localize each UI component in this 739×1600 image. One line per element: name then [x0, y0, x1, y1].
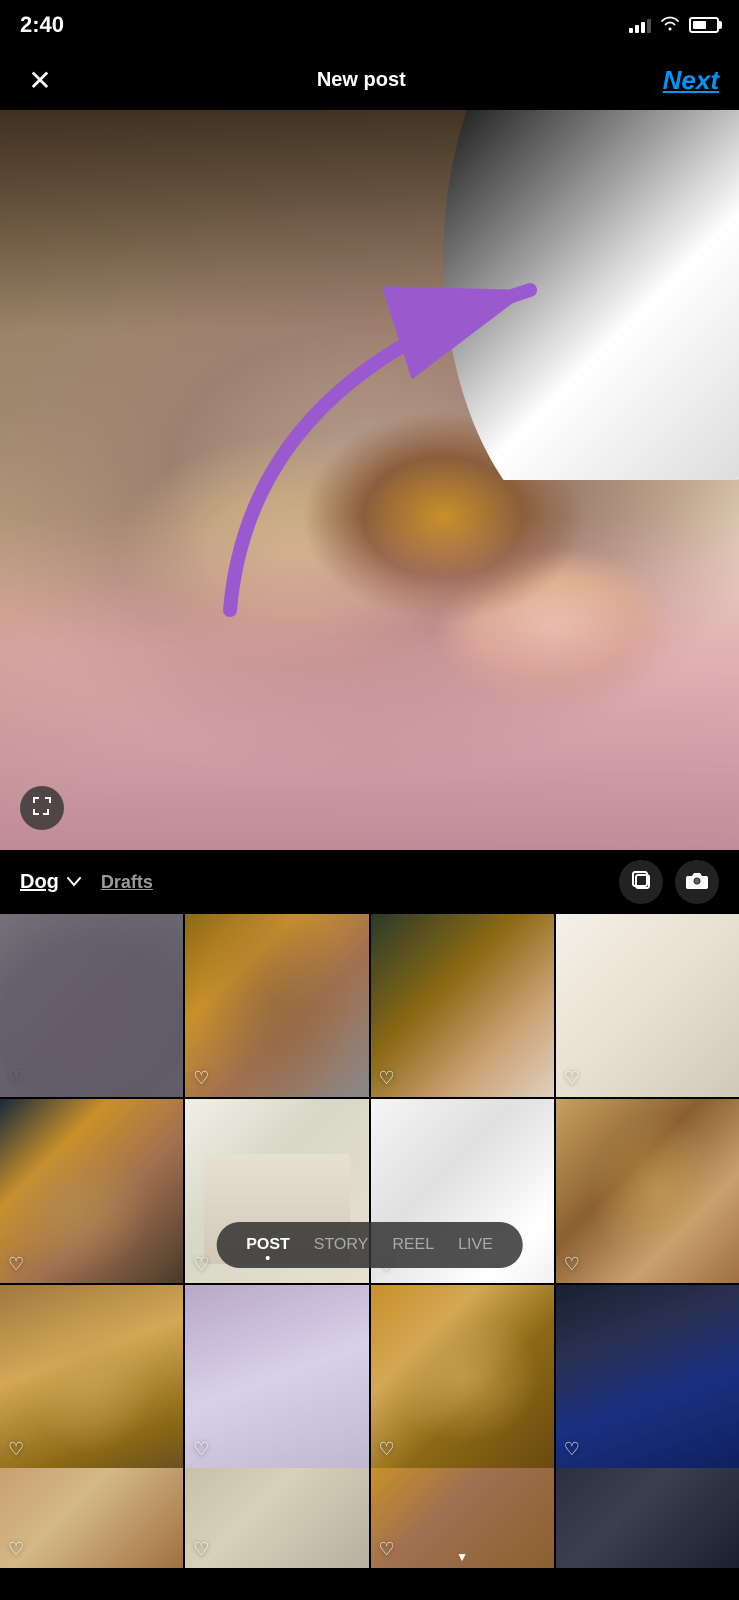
page-title: New post	[317, 69, 406, 92]
expand-button[interactable]	[20, 786, 64, 830]
tab-reel[interactable]: REEL	[392, 1232, 434, 1258]
heart-icon-3: ♡	[379, 1068, 395, 1089]
photo-blanket-overlay	[0, 517, 739, 850]
gallery-controls: Dog Drafts	[0, 850, 739, 914]
next-button[interactable]: Next	[663, 65, 719, 96]
partial-photo-3[interactable]: ♡ ▼	[371, 1468, 554, 1568]
expand-icon	[32, 796, 52, 821]
heart-icon-12: ♡	[564, 1439, 580, 1460]
grid-photo-12[interactable]: ♡	[556, 1285, 739, 1468]
grid-photo-10[interactable]: ♡	[185, 1285, 368, 1468]
wifi-icon	[659, 15, 681, 36]
status-icons	[629, 15, 719, 36]
grid-photo-3[interactable]: ♡	[371, 914, 554, 1097]
tab-story[interactable]: STORY	[314, 1232, 369, 1258]
drafts-button[interactable]: Drafts	[101, 872, 153, 893]
heart-icon-p3: ♡	[379, 1539, 395, 1560]
heart-icon-1: ♡	[8, 1068, 24, 1089]
photo-grid: ♡ ♡ ♡ ♡ ♡ ♡ ♡ ♡ ♡ ♡ ♡ ♡	[0, 914, 739, 1468]
close-button[interactable]: ✕	[20, 60, 60, 100]
grid-photo-8[interactable]: ♡	[556, 1099, 739, 1282]
grid-photo-2[interactable]: ♡	[185, 914, 368, 1097]
status-time: 2:40	[20, 12, 64, 38]
heart-icon-9: ♡	[8, 1439, 24, 1460]
signal-icon	[629, 17, 651, 33]
multi-select-button[interactable]	[619, 860, 663, 904]
battery-icon	[689, 17, 719, 33]
tab-live[interactable]: LIVE	[458, 1232, 493, 1258]
multi-select-icon	[631, 870, 651, 895]
status-bar: 2:40	[0, 0, 739, 50]
header: ✕ New post Next	[0, 50, 739, 110]
heart-icon-11: ♡	[379, 1439, 395, 1460]
chevron-down-icon	[67, 874, 81, 890]
camera-icon	[686, 871, 708, 894]
camera-button[interactable]	[675, 860, 719, 904]
partial-photo-4[interactable]	[556, 1468, 739, 1568]
heart-icon-5: ♡	[8, 1254, 24, 1275]
partial-photo-2[interactable]: ♡	[185, 1468, 368, 1568]
grid-photo-11[interactable]: ♡	[371, 1285, 554, 1468]
album-name: Dog	[20, 871, 59, 894]
heart-icon-p2: ♡	[193, 1539, 209, 1560]
heart-icon-8: ♡	[564, 1254, 580, 1275]
heart-icon-6: ♡	[193, 1254, 209, 1275]
grid-photo-9[interactable]: ♡	[0, 1285, 183, 1468]
heart-icon-4: ♡	[564, 1068, 580, 1089]
grid-photo-1[interactable]: ♡	[0, 914, 183, 1097]
album-selector[interactable]: Dog	[20, 871, 81, 894]
heart-icon-10: ♡	[193, 1439, 209, 1460]
gallery-actions	[619, 860, 719, 904]
bottom-partial-row: ♡ ♡ ♡ ▼	[0, 1468, 739, 1568]
photo-right-dog	[443, 110, 739, 480]
grid-photo-5[interactable]: ♡	[0, 1099, 183, 1282]
partial-photo-1[interactable]: ♡	[0, 1468, 183, 1568]
content-type-tabs: POST STORY REEL LIVE	[216, 1222, 523, 1268]
grid-photo-4[interactable]: ♡	[556, 914, 739, 1097]
main-photo-preview	[0, 110, 739, 850]
tab-post[interactable]: POST	[246, 1232, 290, 1258]
heart-icon-p1: ♡	[8, 1539, 24, 1560]
heart-icon-2: ♡	[193, 1068, 209, 1089]
